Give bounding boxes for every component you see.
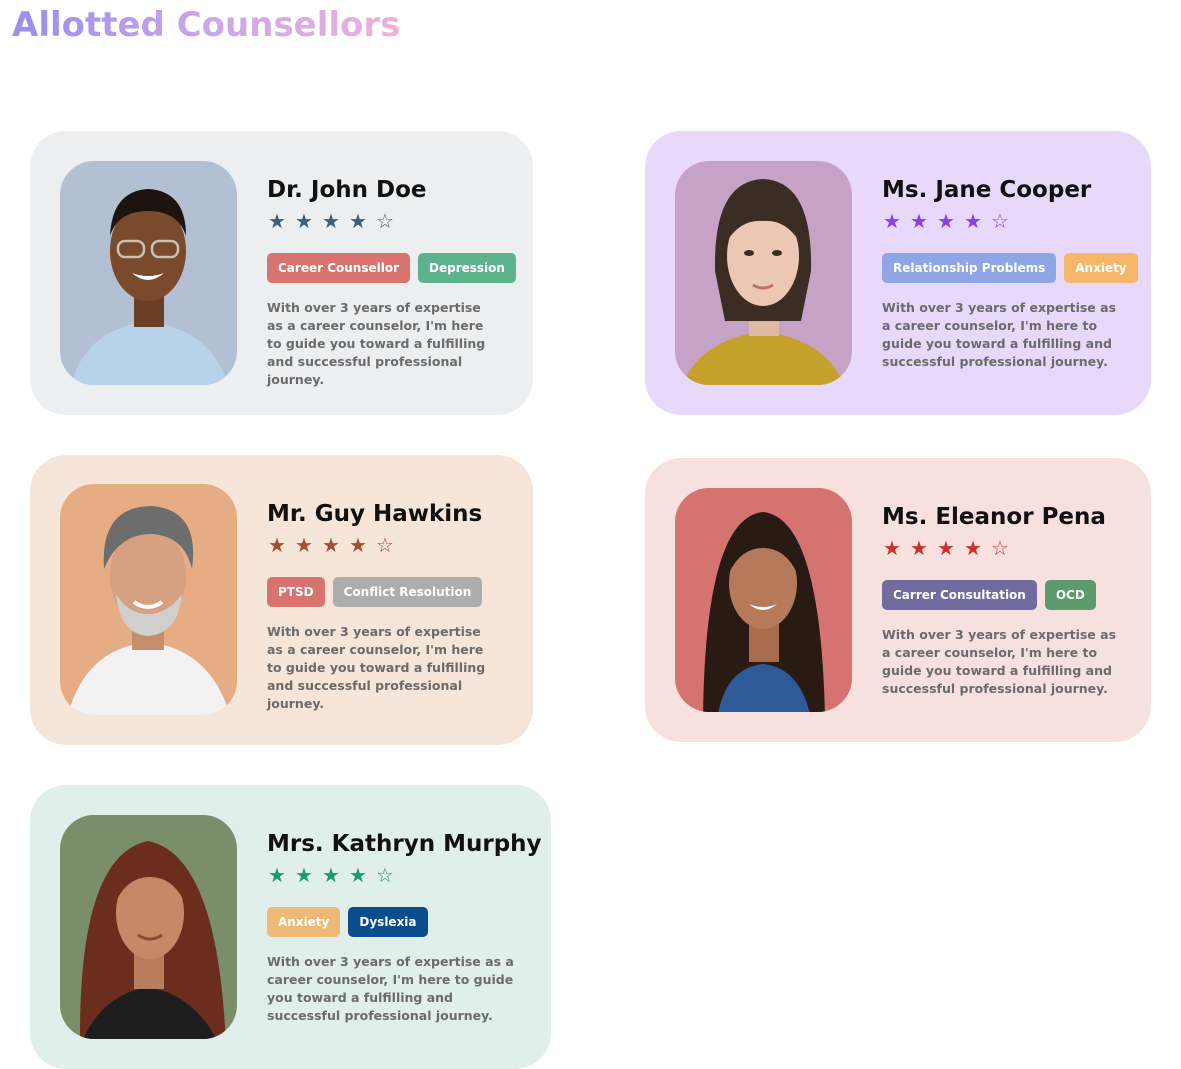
star-filled-icon: ★ <box>295 209 313 233</box>
star-filled-icon: ★ <box>349 863 367 887</box>
star-filled-icon: ★ <box>937 209 955 233</box>
star-filled-icon: ★ <box>349 533 367 557</box>
specialty-tags: Anxiety Dyslexia <box>267 907 537 937</box>
specialty-tag[interactable]: Depression <box>418 253 516 283</box>
counsellor-card-kathryn-murphy[interactable]: Mrs. Kathryn Murphy ★ ★ ★ ★ ☆ Anxiety Dyslex… <box>30 785 551 1069</box>
rating-stars: ★ ★ ★ ★ ☆ <box>267 209 519 233</box>
star-filled-icon: ★ <box>964 536 982 560</box>
counsellor-name: Mr. Guy Hawkins <box>267 501 483 527</box>
star-filled-icon: ★ <box>322 533 340 557</box>
star-empty-icon: ☆ <box>376 863 394 887</box>
specialty-tag[interactable]: Carrer Consultation <box>882 580 1037 610</box>
counsellor-description: With over 3 years of expertise as a care… <box>882 627 1117 696</box>
specialty-tag[interactable]: Anxiety <box>1064 253 1138 283</box>
specialty-tags: Carrer Consultation OCD <box>882 580 1137 610</box>
counsellor-name: Ms. Jane Cooper <box>882 177 1092 203</box>
specialty-tag[interactable]: Dyslexia <box>348 907 428 937</box>
star-filled-icon: ★ <box>268 533 286 557</box>
counsellor-card-john-doe[interactable]: Dr. John Doe ★ ★ ★ ★ ☆ Career Counsellor Dep… <box>30 131 533 415</box>
specialty-tag[interactable]: OCD <box>1044 580 1096 610</box>
counsellor-name: Mrs. Kathryn Murphy <box>267 831 542 857</box>
specialty-tags: Relationship Problems Anxiety <box>882 253 1138 283</box>
star-filled-icon: ★ <box>295 863 313 887</box>
rating-stars: ★ ★ ★ ★ ☆ <box>267 533 519 557</box>
star-filled-icon: ★ <box>268 863 286 887</box>
star-filled-icon: ★ <box>883 536 901 560</box>
star-filled-icon: ★ <box>883 209 901 233</box>
specialty-tag[interactable]: PTSD <box>267 577 325 607</box>
specialty-tag[interactable]: Relationship Problems <box>882 253 1057 283</box>
specialty-tags: Career Counsellor Depression <box>267 253 519 283</box>
counsellor-photo <box>60 161 237 385</box>
star-filled-icon: ★ <box>322 863 340 887</box>
star-empty-icon: ☆ <box>376 209 394 233</box>
specialty-tag[interactable]: Anxiety <box>267 907 341 937</box>
star-empty-icon: ☆ <box>991 209 1009 233</box>
counsellor-card-jane-cooper[interactable]: Ms. Jane Cooper ★ ★ ★ ★ ☆ Relationship Probl… <box>645 131 1151 415</box>
star-filled-icon: ★ <box>910 536 928 560</box>
star-filled-icon: ★ <box>937 536 955 560</box>
specialty-tag[interactable]: Conflict Resolution <box>332 577 483 607</box>
counsellor-photo <box>60 815 237 1039</box>
counsellor-description: With over 3 years of expertise as a care… <box>267 624 486 711</box>
counsellor-description: With over 3 years of expertise as a care… <box>267 300 486 387</box>
star-filled-icon: ★ <box>268 209 286 233</box>
rating-stars: ★ ★ ★ ★ ☆ <box>882 209 1137 233</box>
specialty-tags: PTSD Conflict Resolution <box>267 577 519 607</box>
counsellor-photo <box>675 161 852 385</box>
counsellor-photo <box>675 488 852 712</box>
star-filled-icon: ★ <box>322 209 340 233</box>
rating-stars: ★ ★ ★ ★ ☆ <box>882 536 1137 560</box>
star-filled-icon: ★ <box>964 209 982 233</box>
counsellor-card-eleanor-pena[interactable]: Ms. Eleanor Pena ★ ★ ★ ★ ☆ Carrer Consultati… <box>645 458 1151 742</box>
star-filled-icon: ★ <box>910 209 928 233</box>
rating-stars: ★ ★ ★ ★ ☆ <box>267 863 537 887</box>
star-empty-icon: ☆ <box>991 536 1009 560</box>
specialty-tag[interactable]: Career Counsellor <box>267 253 411 283</box>
star-filled-icon: ★ <box>349 209 367 233</box>
counsellor-name: Ms. Eleanor Pena <box>882 504 1106 530</box>
star-empty-icon: ☆ <box>376 533 394 557</box>
counsellor-description: With over 3 years of expertise as a care… <box>882 300 1117 369</box>
star-filled-icon: ★ <box>295 533 313 557</box>
page-title: Allotted Counsellors <box>12 2 400 48</box>
counsellor-name: Dr. John Doe <box>267 177 427 203</box>
counsellor-description: With over 3 years of expertise as a care… <box>267 954 514 1023</box>
counsellor-card-guy-hawkins[interactable]: Mr. Guy Hawkins ★ ★ ★ ★ ☆ PTSD Conflict Reso… <box>30 455 533 745</box>
counsellor-photo <box>60 484 237 715</box>
